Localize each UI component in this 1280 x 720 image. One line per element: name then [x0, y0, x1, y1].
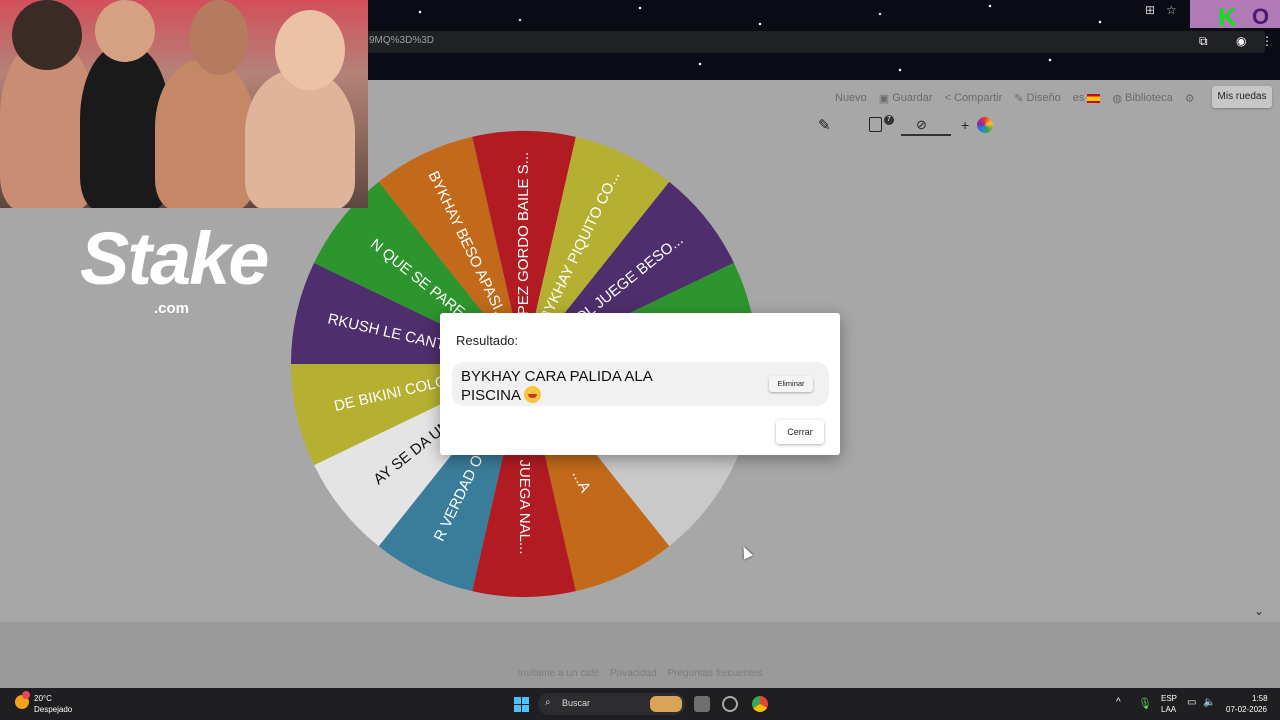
globe-icon: ◍	[1112, 92, 1122, 105]
extensions-icon[interactable]: ⧉	[1199, 34, 1208, 49]
eliminar-button[interactable]: Eliminar	[769, 376, 813, 392]
settings-button[interactable]: ⚙	[1185, 92, 1195, 105]
stake-com-text: .com	[154, 300, 190, 317]
top-toolbar: Nuevo ▣ Guardar < Compartir ✎ Diseño es ◍ Bi…	[835, 89, 1195, 107]
pencil-icon[interactable]: ✎	[818, 116, 831, 134]
search-placeholder: Buscar	[562, 698, 591, 708]
biblioteca-label: Biblioteca	[1125, 92, 1173, 104]
webcam-person	[155, 60, 255, 208]
tray-chevron-up-icon[interactable]: ^	[1116, 697, 1121, 708]
gear-icon: ⚙	[1184, 92, 1195, 105]
diseno-button[interactable]: ✎ Diseño	[1014, 92, 1060, 105]
language-code-1[interactable]: ESP	[1161, 694, 1177, 703]
guardar-button[interactable]: ▣ Guardar	[879, 92, 933, 105]
clipboard-count-badge: 7	[884, 115, 894, 125]
cerrar-button[interactable]: Cerrar	[776, 420, 824, 444]
search-icon: ⌕	[545, 697, 551, 708]
network-icon[interactable]: ▭	[1187, 697, 1196, 708]
nuevo-button[interactable]: Nuevo	[835, 92, 867, 104]
compartir-label: Compartir	[954, 92, 1003, 104]
weather-desc: Despejado	[34, 705, 73, 714]
wheel-segment-label: PEZ GORDO BAILE S...	[515, 152, 532, 315]
save-icon: ▣	[878, 92, 890, 105]
clipboard-icon[interactable]	[869, 117, 882, 132]
star-icon[interactable]: ☆	[1166, 3, 1177, 17]
footer-links: Invitame a un café Privacidad Preguntas …	[0, 668, 1280, 679]
windows-start-icon[interactable]	[514, 697, 529, 712]
microphone-icon[interactable]: 🎙	[1138, 697, 1152, 710]
webcam-person	[245, 70, 355, 208]
webcam-overlay	[0, 0, 368, 208]
laughing-emoji-icon	[524, 386, 542, 403]
result-value: BYKHAY CARA PALIDA ALA PISCINA	[461, 368, 652, 404]
mis-ruedas-button[interactable]: Mis ruedas	[1212, 86, 1272, 108]
clock-time: 1:58	[1252, 694, 1268, 703]
compartir-button[interactable]: < Compartir	[945, 92, 1003, 104]
faq-link[interactable]: Preguntas frecuentes	[667, 668, 762, 679]
spain-flag-icon	[1087, 93, 1101, 103]
coffee-link[interactable]: Invitame a un café	[517, 668, 599, 679]
extension-k-icon: K	[1218, 2, 1237, 32]
chevron-down-icon[interactable]: ⌄	[1254, 604, 1264, 618]
biblioteca-button[interactable]: ◍ Biblioteca	[1112, 92, 1172, 105]
brush-icon: ✎	[1014, 92, 1024, 105]
app-icon[interactable]	[722, 696, 738, 712]
profile-icon[interactable]: ◉	[1236, 34, 1246, 48]
webcam-person	[95, 0, 155, 62]
active-tab-indicator	[901, 134, 951, 136]
search-highlight-icon[interactable]	[650, 696, 682, 712]
task-view-icon[interactable]	[694, 696, 710, 712]
diseno-label: Diseño	[1026, 92, 1061, 104]
weather-badge	[22, 691, 30, 699]
stake-logo: Stake	[80, 217, 269, 300]
translate-icon[interactable]: ⊞	[1145, 3, 1155, 17]
language-button[interactable]: es	[1073, 92, 1101, 104]
result-modal: Resultado: BYKHAY CARA PALIDA ALA PISCIN…	[440, 313, 840, 455]
eye-off-icon[interactable]: ⊘	[916, 117, 927, 133]
modal-title: Resultado:	[456, 333, 519, 348]
color-wheel-icon[interactable]	[977, 117, 993, 133]
address-text: 9MQ%3D%3D	[369, 35, 435, 46]
extension-o-icon: O	[1252, 4, 1270, 29]
chrome-icon[interactable]	[752, 696, 768, 712]
menu-icon[interactable]: ⋮	[1261, 34, 1273, 48]
volume-icon[interactable]: 🔈	[1203, 697, 1215, 708]
webcam-person	[12, 0, 82, 70]
clock-date: 07-02-2026	[1226, 705, 1267, 714]
guardar-label: Guardar	[892, 92, 933, 104]
plus-icon[interactable]: +	[961, 117, 969, 133]
webcam-person	[190, 0, 248, 75]
nuevo-label: Nuevo	[835, 92, 867, 104]
language-code-2[interactable]: LAA	[1161, 705, 1176, 714]
webcam-person	[275, 10, 345, 90]
address-bar[interactable]: 9MQ%3D%3D	[360, 31, 1265, 53]
privacy-link[interactable]: Privacidad	[610, 668, 657, 679]
result-text: BYKHAY CARA PALIDA ALA PISCINA	[461, 367, 701, 405]
language-label: es	[1072, 92, 1085, 104]
weather-temp: 20°C	[34, 694, 52, 703]
share-icon: <	[944, 92, 951, 104]
